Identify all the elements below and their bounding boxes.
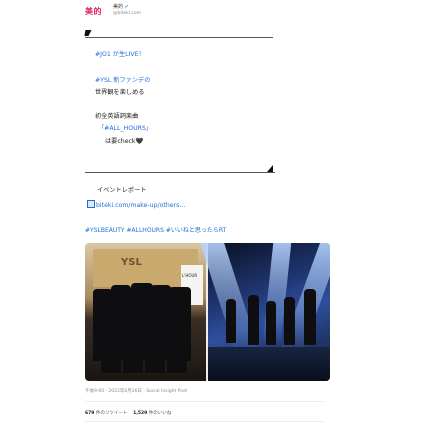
tweet-hashtags[interactable]: #YSLBEAUTY #ALLHOURS #いいねと思ったらRT (85, 227, 226, 235)
group-member-figure (101, 313, 121, 373)
brand-logo[interactable]: 美的 (85, 6, 102, 17)
tweet-stats: 679 件のリツイート 1,529 件のいいね (85, 410, 171, 416)
tweet-timestamp[interactable]: 午後9:00 · 2022年6月26日 · Social Insight Pos… (85, 388, 187, 394)
tweet-media[interactable]: L'HOUR YSL (85, 243, 330, 381)
performer-figure (226, 299, 236, 343)
group-member-figure (145, 313, 165, 373)
divider (85, 401, 325, 402)
tweet-text-line: 初全英語詞楽曲 (95, 113, 139, 120)
divider (85, 421, 325, 422)
tweet-header: 美的 美的 ✔ @biteki.com (85, 2, 325, 20)
link-url[interactable]: biteki.com/make-up/others (96, 202, 179, 209)
ysl-brand-text: YSL (121, 257, 142, 268)
performer-figure (284, 297, 295, 345)
retweets-count[interactable]: 679 (85, 411, 94, 416)
decorative-triangle-icon (84, 30, 92, 36)
decorative-divider (85, 37, 273, 38)
tweet-text-line: イベントレポート (97, 187, 147, 194)
tweet-hashtag-ysl[interactable]: #YSL 新ファンデの (95, 77, 150, 85)
event-sign-text: L'HOUR (182, 273, 198, 278)
likes-count[interactable]: 1,529 (133, 411, 147, 416)
retweets-label[interactable]: 件のリツイート (96, 411, 128, 416)
tweet-card: 美的 美的 ✔ @biteki.com #JO1 が生LIVE！ #YSL 新フ… (81, 0, 335, 424)
display-name-text[interactable]: 美的 (113, 4, 123, 10)
verified-icon: ✔ (124, 4, 129, 10)
performer-figure (266, 301, 276, 345)
user-handle[interactable]: @biteki.com (113, 11, 141, 16)
group-member-figure (167, 315, 187, 373)
decorative-triangle-icon (267, 165, 273, 172)
link-ellipsis: … (179, 202, 186, 209)
photo-stage-performance[interactable] (200, 243, 330, 381)
decorative-divider (85, 172, 275, 173)
performer-figure (304, 289, 316, 345)
tweet-text-line: 世界観を楽しめる (95, 89, 145, 96)
tweet-text-line: は要check🖤 (105, 138, 143, 146)
tweet-hashtag-jo1[interactable]: #JO1 が生LIVE！ (95, 51, 145, 59)
photo-event-group[interactable]: L'HOUR YSL (85, 243, 206, 381)
tweet-hashtag-allhours[interactable]: 「#ALL_HOURS」 (98, 125, 152, 133)
tweet-text-check: は要check (105, 138, 136, 145)
display-name[interactable]: 美的 ✔ (113, 3, 129, 10)
tweet-link[interactable]: biteki.com/make-up/others… (87, 200, 186, 210)
likes-label[interactable]: 件のいいね (149, 411, 172, 416)
link-icon (87, 200, 95, 208)
performer-figure (248, 295, 259, 345)
group-member-figure (123, 315, 143, 373)
black-heart-icon: 🖤 (135, 138, 144, 145)
stage-floor (208, 347, 330, 381)
